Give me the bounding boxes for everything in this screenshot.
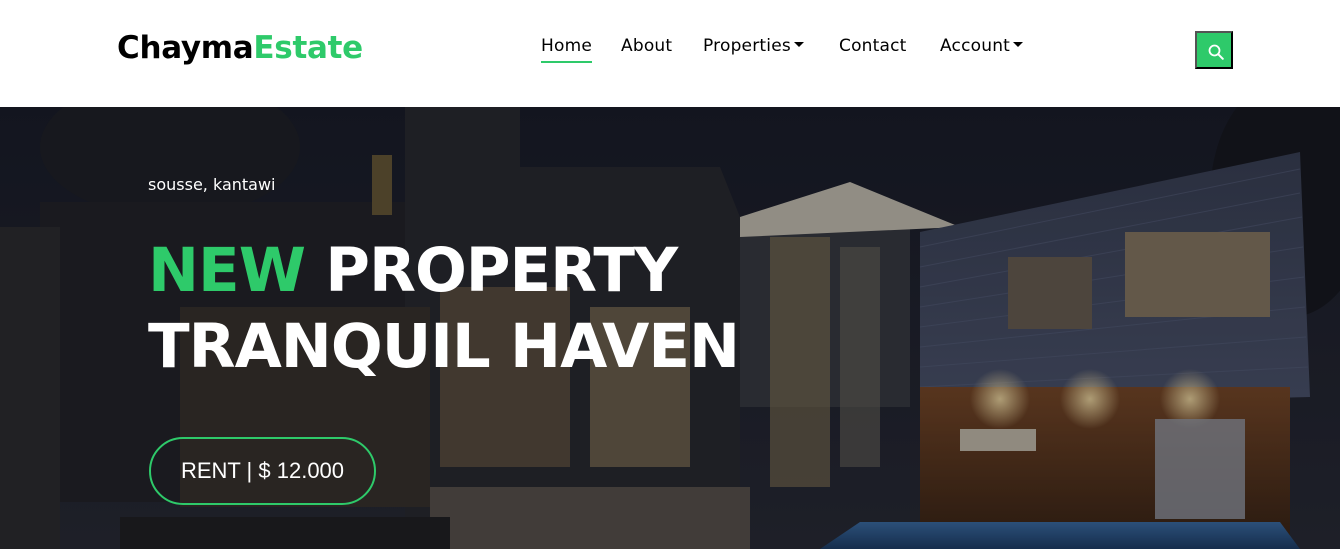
search-button[interactable] (1195, 31, 1233, 69)
search-icon (1208, 44, 1224, 60)
brand-name-part1: Chayma (117, 30, 254, 66)
brand-name-part2: Estate (253, 30, 363, 66)
nav-account-label: Account (940, 36, 1011, 56)
headline-line2: TRANQUIL HAVEN (148, 311, 740, 382)
nav-about[interactable]: About (621, 36, 672, 56)
caret-down-icon (1013, 42, 1024, 47)
hero-banner: sousse, kantawi NEW PROPERTY TRANQUIL HAV… (0, 107, 1340, 549)
navbar: ChaymaEstate Home About Properties Conta… (0, 0, 1340, 107)
nav-home[interactable]: Home (541, 36, 593, 63)
headline-accent: NEW (148, 235, 306, 306)
hero-headline: NEW PROPERTY TRANQUIL HAVEN (148, 233, 740, 385)
nav-account[interactable]: Account (940, 36, 1024, 56)
headline-rest: PROPERTY (325, 235, 678, 306)
nav-properties-label: Properties (703, 36, 791, 56)
nav-properties[interactable]: Properties (703, 36, 804, 56)
nav-contact[interactable]: Contact (839, 36, 907, 56)
caret-down-icon (793, 42, 804, 47)
property-location: sousse, kantawi (148, 175, 276, 194)
rent-price-button[interactable]: RENT | $ 12.000 (149, 437, 376, 505)
brand-logo[interactable]: ChaymaEstate (117, 30, 363, 66)
